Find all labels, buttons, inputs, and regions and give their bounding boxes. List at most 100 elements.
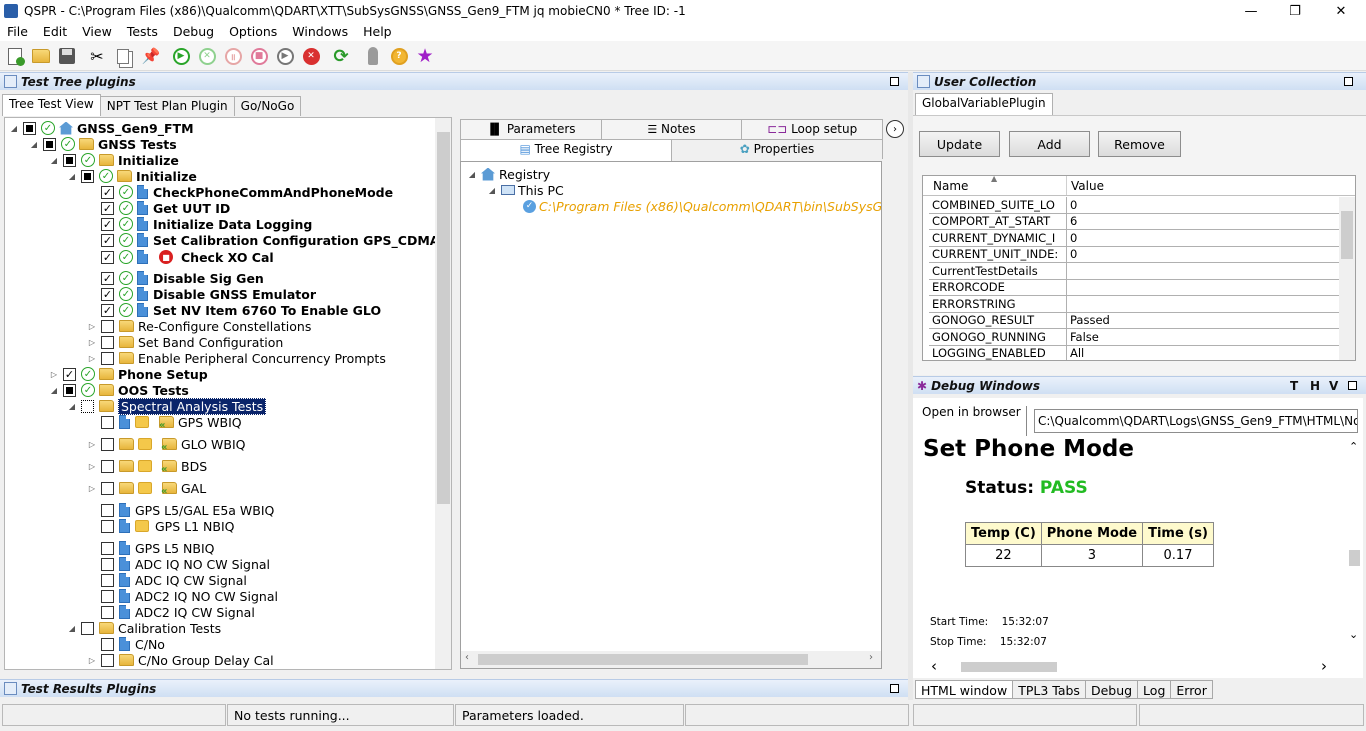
open-folder-icon[interactable] bbox=[30, 45, 52, 67]
grid-row[interactable]: CURRENT_DYNAMIC_I 0 bbox=[929, 230, 1339, 247]
tab-html-window[interactable]: HTML window bbox=[915, 680, 1014, 699]
tree-item[interactable]: ✓ ✓ Initialize Data Logging bbox=[101, 216, 312, 232]
abort-icon[interactable]: ✕ bbox=[300, 45, 322, 67]
column-value[interactable]: Value bbox=[1067, 176, 1104, 195]
save-icon[interactable] bbox=[56, 45, 78, 67]
html-hscroll-thumb[interactable] bbox=[961, 662, 1057, 672]
tab-tree-test-view[interactable]: Tree Test View bbox=[2, 94, 101, 116]
menu-tests[interactable]: Tests bbox=[120, 24, 166, 39]
tab-error[interactable]: Error bbox=[1170, 680, 1213, 699]
html-vscrollbar[interactable]: ⌃ ⌄ bbox=[1346, 438, 1363, 658]
menu-debug[interactable]: Debug bbox=[166, 24, 222, 39]
step-icon[interactable]: ▶ bbox=[274, 45, 296, 67]
menu-file[interactable]: File bbox=[0, 24, 36, 39]
tree-item[interactable]: GPS L1 NBIQ bbox=[101, 518, 234, 534]
tree-item[interactable]: ✓ ✓ Set Calibration Configuration GPS_CDMA bbox=[101, 232, 439, 248]
remove-button[interactable]: Remove bbox=[1098, 131, 1181, 157]
run-icon[interactable]: ▶ bbox=[170, 45, 192, 67]
open-in-browser-button[interactable]: Open in browser bbox=[919, 406, 1027, 436]
pin-icon[interactable]: 📌 bbox=[140, 45, 162, 67]
tree-item[interactable]: ▷ «BDS bbox=[87, 458, 207, 476]
tree-item[interactable]: ▷ «GAL bbox=[87, 480, 206, 498]
grid-row[interactable]: LOGGING_ENABLED All bbox=[929, 345, 1339, 360]
tab-loop-setup[interactable]: ⊏⊐ Loop setup bbox=[741, 119, 884, 139]
update-button[interactable]: Update bbox=[919, 131, 1000, 157]
pause-icon[interactable]: ॥ bbox=[222, 45, 244, 67]
tree-phone-setup[interactable]: ▷ ✓ ✓ Phone Setup bbox=[49, 366, 208, 382]
tab-tpl3[interactable]: TPL3 Tabs bbox=[1012, 680, 1086, 699]
html-scroll-thumb[interactable] bbox=[1349, 550, 1360, 566]
maximize-panel-icon[interactable] bbox=[890, 684, 899, 693]
menu-help[interactable]: Help bbox=[356, 24, 400, 39]
grid-scroll-thumb[interactable] bbox=[1341, 211, 1353, 259]
menu-edit[interactable]: Edit bbox=[36, 24, 75, 39]
minimize-button[interactable]: — bbox=[1228, 0, 1274, 22]
tree-item[interactable]: C/No bbox=[101, 636, 165, 652]
registry-this-pc[interactable]: ◢ This PC bbox=[487, 182, 564, 198]
tree-folder[interactable]: ▷ Set Band Configuration bbox=[87, 334, 283, 350]
tree-folder[interactable]: ▷ Enable Peripheral Concurrency Prompts bbox=[87, 350, 386, 366]
tree-item[interactable]: ✓ ✓ Disable GNSS Emulator bbox=[101, 286, 316, 302]
tab-log[interactable]: Log bbox=[1137, 680, 1172, 699]
tree-item[interactable]: ▷ «GLO WBIQ bbox=[87, 436, 246, 454]
scissors-icon[interactable]: ✂ bbox=[86, 45, 108, 67]
grid-row[interactable]: CURRENT_UNIT_INDE: 0 bbox=[929, 246, 1339, 263]
restore-button[interactable]: ❐ bbox=[1272, 0, 1318, 22]
menu-view[interactable]: View bbox=[75, 24, 120, 39]
tree-folder[interactable]: ▷ Re-Configure Constellations bbox=[87, 318, 311, 334]
tree-oos-tests[interactable]: ◢ ✓ OOS Tests bbox=[49, 382, 189, 398]
registry-path[interactable]: ✓ C:\Program Files (x86)\Qualcomm\QDART\b… bbox=[523, 198, 881, 214]
tree-calibration[interactable]: ◢ Calibration Tests bbox=[67, 620, 221, 636]
tree-item[interactable]: GPS L5/GAL E5a WBIQ bbox=[101, 502, 274, 518]
copy-icon[interactable] bbox=[112, 45, 134, 67]
maximize-panel-icon[interactable] bbox=[1348, 381, 1357, 390]
grid-row[interactable]: COMPORT_AT_START 6 bbox=[929, 213, 1339, 230]
html-hscrollbar[interactable]: ‹ › bbox=[913, 657, 1346, 676]
debug-v-button[interactable]: V bbox=[1329, 379, 1338, 393]
grid-row[interactable]: COMBINED_SUITE_LO 0 bbox=[929, 197, 1339, 214]
tree-root[interactable]: ◢ ✓ GNSS_Gen9_FTM bbox=[9, 120, 194, 136]
tab-parameters[interactable]: ▐▌ Parameters bbox=[460, 119, 602, 139]
tab-global-variable-plugin[interactable]: GlobalVariablePlugin bbox=[915, 93, 1053, 115]
tree-spectral[interactable]: ◢ Spectral Analysis Tests bbox=[67, 397, 267, 415]
tree-item[interactable]: ADC2 IQ NO CW Signal bbox=[101, 588, 278, 604]
tree-item[interactable]: ▷ C/No Group Delay Cal bbox=[87, 652, 274, 668]
stop-icon[interactable]: ■ bbox=[248, 45, 270, 67]
add-button[interactable]: Add bbox=[1009, 131, 1090, 157]
tab-notes[interactable]: ☰ Notes bbox=[600, 119, 743, 139]
grid-row[interactable]: ERRORCODE bbox=[929, 279, 1339, 296]
help-icon[interactable]: ? bbox=[388, 45, 410, 67]
tree-item[interactable]: «GPS WBIQ bbox=[101, 414, 242, 431]
tree-scrollbar[interactable] bbox=[435, 118, 451, 669]
grid-scrollbar[interactable] bbox=[1339, 197, 1355, 360]
tree-initialize-group[interactable]: ◢ ✓ Initialize bbox=[49, 152, 179, 168]
registry-root[interactable]: ◢ Registry bbox=[467, 166, 550, 182]
new-file-icon[interactable] bbox=[4, 45, 26, 67]
menu-windows[interactable]: Windows bbox=[285, 24, 356, 39]
grid-row[interactable]: GONOGO_RESULT Passed bbox=[929, 312, 1339, 329]
tab-go-nogo[interactable]: Go/NoGo bbox=[233, 96, 302, 116]
maximize-panel-icon[interactable] bbox=[1344, 77, 1353, 86]
tab-tree-registry[interactable]: ▤ Tree Registry bbox=[460, 139, 672, 161]
cancel-run-icon[interactable]: ✕ bbox=[196, 45, 218, 67]
tree-item[interactable]: ADC IQ NO CW Signal bbox=[101, 556, 270, 572]
close-button[interactable]: ✕ bbox=[1318, 0, 1364, 22]
registry-scroll-thumb[interactable] bbox=[478, 654, 808, 665]
tree-item[interactable]: ✓ ✓ Get UUT ID bbox=[101, 200, 230, 216]
grid-row[interactable]: ERRORSTRING bbox=[929, 296, 1339, 313]
html-path-field[interactable]: C:\Qualcomm\QDART\Logs\GNSS_Gen9_FTM\HTM… bbox=[1034, 409, 1358, 433]
next-tab-icon[interactable]: › bbox=[886, 120, 904, 138]
star-icon[interactable]: ★ bbox=[414, 45, 436, 67]
tree-item[interactable]: ADC IQ CW Signal bbox=[101, 572, 247, 588]
grid-row[interactable]: CurrentTestDetails bbox=[929, 263, 1339, 280]
tree-scroll-thumb[interactable] bbox=[437, 132, 450, 504]
tree-item-check-xo[interactable]: ✓ ✓ ■ Check XO Cal bbox=[101, 249, 274, 265]
column-name[interactable]: Name ▲ bbox=[923, 176, 1067, 195]
tree-item[interactable]: ✓ ✓ Disable Sig Gen bbox=[101, 270, 264, 286]
tree-gnss-tests[interactable]: ◢ ✓ GNSS Tests bbox=[29, 136, 177, 152]
registry-hscrollbar[interactable]: ‹ › bbox=[461, 651, 881, 668]
tree-item[interactable]: ✓ ✓ Set NV Item 6760 To Enable GLO bbox=[101, 302, 381, 318]
tab-debug[interactable]: Debug bbox=[1084, 680, 1139, 699]
tree-item[interactable]: ADC2 IQ CW Signal bbox=[101, 604, 255, 620]
debug-h-button[interactable]: H bbox=[1310, 379, 1320, 393]
